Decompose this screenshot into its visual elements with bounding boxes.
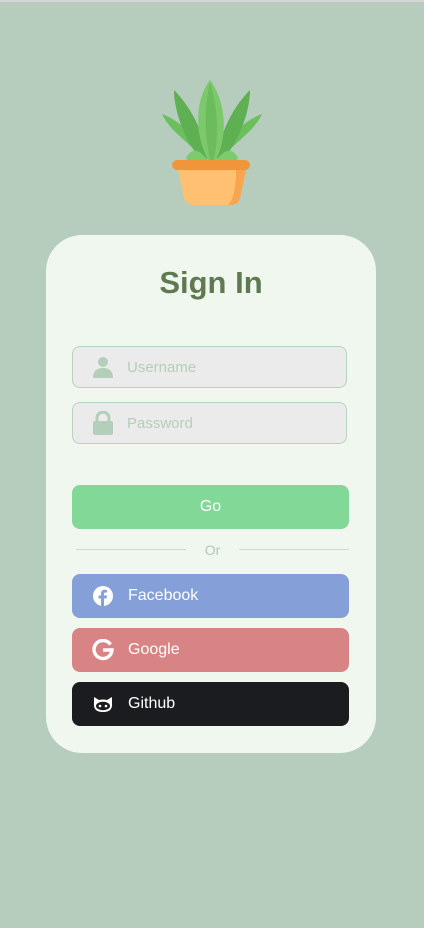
password-input[interactable] xyxy=(127,414,327,432)
divider-text: Or xyxy=(204,542,221,558)
user-icon xyxy=(92,356,114,378)
or-divider: Or xyxy=(76,539,349,561)
username-input[interactable] xyxy=(127,358,327,376)
username-field[interactable] xyxy=(72,346,347,388)
github-label: Github xyxy=(128,695,176,712)
facebook-icon xyxy=(92,585,114,607)
google-label: Google xyxy=(128,641,180,658)
google-icon xyxy=(92,639,114,661)
potted-plant-icon xyxy=(162,80,262,205)
facebook-button[interactable]: Facebook xyxy=(72,574,349,618)
github-icon xyxy=(92,693,114,715)
sign-in-card: Sign In Go Or Face xyxy=(46,235,376,753)
github-button[interactable]: Github xyxy=(72,682,349,726)
go-button[interactable]: Go xyxy=(72,485,349,529)
facebook-label: Facebook xyxy=(128,587,199,604)
divider-line-right xyxy=(239,549,349,550)
lock-icon xyxy=(92,411,114,435)
google-button[interactable]: Google xyxy=(72,628,349,672)
password-field[interactable] xyxy=(72,402,347,444)
top-border xyxy=(0,0,424,2)
page-title: Sign In xyxy=(159,265,263,300)
